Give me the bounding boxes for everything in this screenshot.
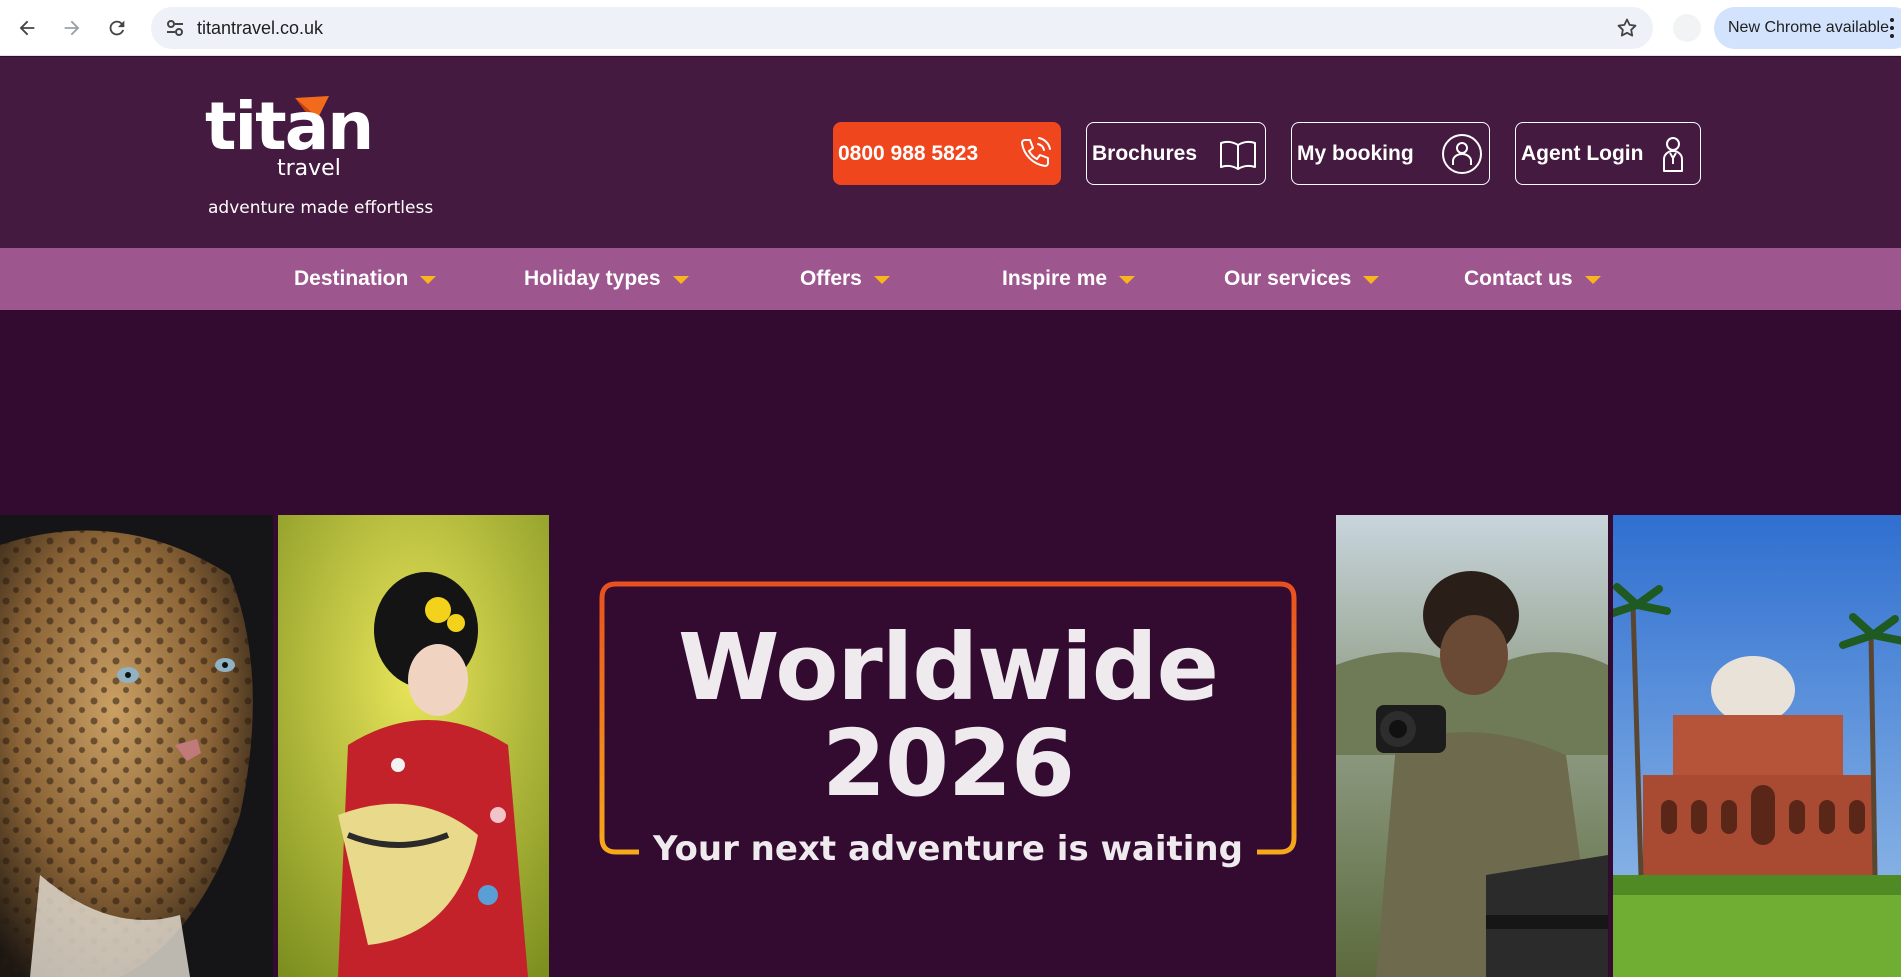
hero-banner[interactable]: Worldwide 2026 Your next adventure is wa…: [0, 310, 1901, 977]
nav-label: Offers: [800, 267, 862, 290]
phone-button[interactable]: 0800 988 5823: [833, 122, 1061, 185]
my-booking-button[interactable]: My booking: [1291, 122, 1490, 185]
caret-down-icon: [1363, 276, 1380, 284]
nav-label: Inspire me: [1002, 267, 1108, 290]
book-icon: [1220, 140, 1256, 170]
forward-arrow-icon: [64, 20, 80, 36]
nav-label: Destination: [294, 267, 409, 290]
hero-photo-leopard: [0, 515, 273, 977]
my-booking-label: My booking: [1297, 141, 1414, 165]
logo-tagline: adventure made effortless: [208, 198, 434, 218]
caret-down-icon: [672, 276, 689, 284]
tune-icon[interactable]: [163, 16, 187, 40]
nav-offers[interactable]: Offers: [800, 248, 890, 310]
hero-subtitle: Your next adventure is waiting: [598, 829, 1298, 869]
nav-holiday-types[interactable]: Holiday types: [524, 248, 689, 310]
caret-down-icon: [873, 276, 890, 284]
update-chrome-button[interactable]: New Chrome available: [1714, 7, 1901, 49]
reload-button[interactable]: [99, 10, 135, 46]
hero-photo-kimono: [278, 515, 549, 977]
hero-photo-palace: [1613, 515, 1901, 977]
agent-icon: [1663, 137, 1683, 172]
caret-down-icon: [1584, 276, 1601, 284]
user-icon: [1442, 134, 1482, 174]
hero-title-line1: Worldwide: [678, 614, 1219, 721]
nav-label: Contact us: [1464, 267, 1573, 290]
nav-label: Holiday types: [524, 267, 661, 290]
logo-sub: travel: [277, 156, 341, 181]
nav-destination[interactable]: Destination: [294, 248, 437, 310]
brochures-label: Brochures: [1092, 141, 1198, 165]
browser-toolbar: titantravel.co.uk New Chrome available: [0, 0, 1901, 56]
back-button[interactable]: [9, 10, 45, 46]
caret-down-icon: [420, 276, 437, 284]
agent-login-button[interactable]: Agent Login: [1515, 122, 1701, 185]
caret-down-icon: [1119, 276, 1136, 284]
logo-word: titan: [205, 88, 374, 165]
star-icon[interactable]: [1615, 16, 1639, 40]
reload-icon: [109, 20, 125, 36]
hero-headline-frame: Worldwide 2026 Your next adventure is wa…: [598, 580, 1298, 869]
hero-title: Worldwide 2026: [598, 620, 1298, 812]
site-header: titan travel adventure made effortless 0…: [0, 57, 1901, 248]
titan-logo[interactable]: titan travel adventure made effortless: [205, 94, 445, 224]
profile-avatar[interactable]: [1673, 14, 1701, 42]
brochures-button[interactable]: Brochures: [1086, 122, 1266, 185]
hero-subtitle-text: Your next adventure is waiting: [639, 829, 1257, 869]
hero-photo-photographer: [1336, 515, 1608, 977]
address-bar[interactable]: titantravel.co.uk: [151, 7, 1653, 49]
url-text[interactable]: titantravel.co.uk: [197, 18, 323, 39]
back-arrow-icon: [19, 20, 35, 36]
nav-label: Our services: [1224, 267, 1352, 290]
phone-icon: [1021, 137, 1051, 167]
update-chrome-label: New Chrome available: [1728, 19, 1889, 36]
nav-inspire-me[interactable]: Inspire me: [1002, 248, 1136, 310]
hero-title-line2: 2026: [821, 710, 1075, 817]
nav-our-services[interactable]: Our services: [1224, 248, 1380, 310]
main-nav: Destination Holiday types Offers Inspire…: [0, 248, 1901, 310]
nav-contact-us[interactable]: Contact us: [1464, 248, 1601, 310]
forward-button[interactable]: [54, 10, 90, 46]
agent-login-label: Agent Login: [1521, 141, 1644, 165]
kebab-menu-icon[interactable]: [1889, 17, 1895, 39]
phone-number: 0800 988 5823: [838, 141, 979, 165]
